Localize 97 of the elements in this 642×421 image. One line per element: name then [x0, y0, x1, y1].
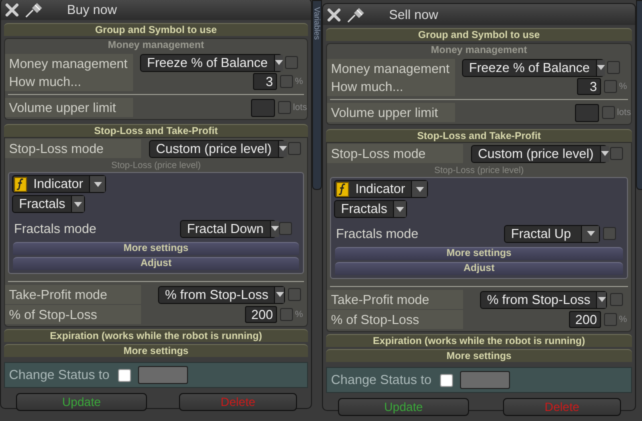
panel-title: Money management — [430, 44, 528, 58]
unit-label: % — [619, 80, 628, 93]
caret-icon — [94, 182, 102, 186]
unit-label: % — [295, 74, 304, 88]
side-tab[interactable]: Variables — [312, 0, 322, 190]
section-header[interactable]: More settings — [4, 344, 308, 357]
dropdown[interactable]: Indicator — [334, 180, 428, 198]
status-field[interactable] — [460, 371, 510, 389]
dropdown[interactable]: % from Stop-Loss — [480, 290, 607, 308]
checkbox[interactable] — [280, 75, 293, 88]
section-header[interactable]: Expiration (works while the robot is running) — [326, 334, 632, 347]
caret-icon — [278, 146, 287, 151]
caret-icon — [274, 60, 283, 65]
checkbox[interactable] — [280, 308, 293, 321]
dropdown[interactable]: Custom (price level) — [149, 140, 285, 158]
checkbox[interactable] — [604, 80, 617, 93]
section-header[interactable]: Stop-Loss and Take-Profit — [4, 124, 308, 137]
field-label: How much... — [327, 77, 455, 96]
number-field[interactable] — [575, 104, 599, 122]
unit-label: lots — [293, 100, 307, 114]
field-label: Change Status to — [9, 366, 110, 384]
close-icon[interactable] — [5, 2, 19, 16]
checkbox[interactable] — [607, 61, 620, 74]
field-label: Money management — [5, 54, 133, 73]
section-header[interactable]: More settings — [326, 349, 632, 362]
pin-icon[interactable] — [347, 6, 365, 22]
window-title: Buy now — [67, 0, 117, 19]
field-label: Money management — [327, 59, 455, 78]
section-header[interactable]: Stop-Loss and Take-Profit — [326, 129, 632, 142]
field-label: How much... — [5, 72, 133, 91]
number-field[interactable]: 3 — [253, 73, 277, 90]
checkbox[interactable] — [610, 293, 623, 306]
checkbox[interactable] — [279, 222, 292, 235]
function-icon — [14, 176, 28, 192]
dropdown[interactable]: Fractals — [12, 195, 85, 213]
panel-button[interactable]: Adjust — [335, 262, 623, 275]
caret-icon — [276, 292, 284, 297]
dropdown[interactable]: Fractal Down — [180, 220, 276, 238]
dropdown[interactable]: Freeze % of Balance — [462, 58, 604, 76]
panel-button[interactable]: More settings — [335, 247, 623, 260]
number-field[interactable]: 200 — [569, 311, 601, 328]
window-title: Sell now — [389, 6, 438, 24]
checkbox[interactable] — [288, 142, 301, 155]
caret-icon — [270, 226, 279, 231]
number-field[interactable]: 200 — [245, 306, 277, 323]
panel-button[interactable]: Adjust — [13, 257, 299, 270]
checkbox[interactable] — [602, 106, 615, 119]
panel-title: Money management — [108, 39, 204, 53]
field-label: % of Stop-Loss — [327, 310, 463, 329]
action-button[interactable]: Update — [16, 393, 147, 411]
unit-label: lots — [617, 106, 631, 119]
dropdown[interactable]: Fractal Up — [504, 224, 600, 242]
number-field[interactable]: 3 — [577, 78, 601, 95]
caret-icon — [416, 186, 424, 192]
field-label: Volume upper limit — [5, 98, 133, 117]
caret-icon — [598, 297, 606, 302]
field-label: Stop-Loss mode — [327, 144, 463, 163]
unit-label: % — [295, 308, 304, 321]
dropdown[interactable]: Fractals — [334, 200, 407, 218]
panel-subtitle: Stop-Loss (price level) — [111, 160, 201, 171]
caret-icon — [596, 65, 605, 70]
checkbox[interactable] — [278, 101, 291, 114]
field-label: % of Stop-Loss — [5, 305, 141, 324]
dropdown[interactable]: Indicator — [12, 175, 106, 193]
field-label: Fractals mode — [13, 220, 96, 238]
section-header[interactable]: Expiration (works while the robot is running) — [4, 329, 308, 342]
status-field[interactable] — [138, 366, 188, 384]
unit-label: % — [619, 312, 628, 326]
number-field[interactable] — [251, 98, 275, 116]
checkbox[interactable] — [440, 374, 453, 386]
field-label: Take-Profit mode — [5, 285, 141, 304]
dropdown[interactable]: Custom (price level) — [471, 144, 607, 162]
checkbox[interactable] — [285, 56, 298, 69]
action-button[interactable]: Update — [338, 398, 469, 416]
field-label: Stop-Loss mode — [5, 139, 141, 158]
checkbox[interactable] — [118, 368, 131, 382]
panel-button[interactable]: More settings — [13, 242, 299, 255]
caret-icon — [600, 151, 609, 156]
field-label: Volume upper limit — [327, 103, 455, 122]
caret-icon — [586, 231, 594, 236]
caret-icon — [74, 202, 82, 206]
field-label: Change Status to — [331, 371, 432, 390]
section-header[interactable]: Group and Symbol to use — [326, 28, 632, 41]
pin-icon[interactable] — [25, 2, 43, 18]
checkbox[interactable] — [288, 288, 301, 301]
checkbox[interactable] — [604, 313, 617, 326]
caret-icon — [396, 206, 404, 212]
close-icon[interactable] — [327, 8, 341, 22]
function-icon — [336, 182, 350, 196]
dropdown[interactable]: % from Stop-Loss — [158, 286, 285, 304]
section-header[interactable]: Group and Symbol to use — [4, 23, 308, 36]
field-label: Fractals mode — [335, 224, 418, 243]
checkbox[interactable] — [610, 147, 623, 160]
checkbox[interactable] — [603, 227, 616, 240]
dropdown[interactable]: Freeze % of Balance — [140, 54, 282, 72]
field-label: Take-Profit mode — [327, 290, 463, 309]
panel-subtitle: Stop-Loss (price level) — [434, 165, 524, 176]
